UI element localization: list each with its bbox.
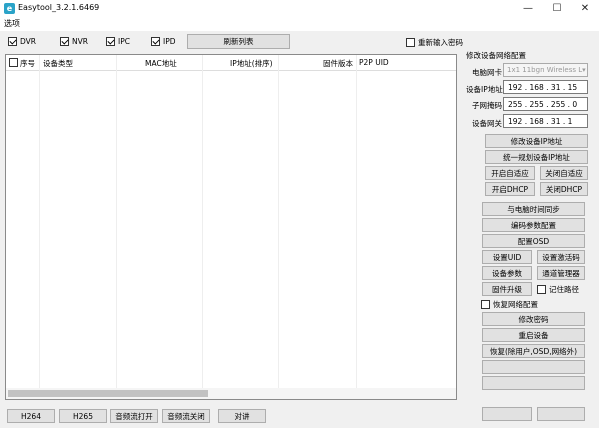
disable-adaptive-button[interactable]: 关闭自适应 <box>540 166 588 180</box>
nic-label: 电脑网卡 <box>472 68 502 77</box>
device-params-button[interactable]: 设备参数 <box>482 266 532 280</box>
minimize-button[interactable]: — <box>514 0 542 17</box>
column-mac[interactable]: MAC地址 <box>145 58 177 69</box>
audio-on-button[interactable]: 音频流打开 <box>110 409 158 423</box>
nvr-label: NVR <box>72 37 88 46</box>
restore-network-label: 恢复网络配置 <box>493 300 538 309</box>
device-ip-field[interactable]: 192 . 168 . 31 . 15 <box>503 80 588 94</box>
column-divider <box>202 55 203 388</box>
firmware-upgrade-button[interactable]: 固件升级 <box>482 282 532 296</box>
unify-ip-button[interactable]: 统一规划设备IP地址 <box>485 150 588 164</box>
filter-ipc[interactable]: IPC <box>106 37 130 46</box>
column-index[interactable]: 序号 <box>20 58 35 69</box>
nic-select[interactable]: 1x1 11bgn Wireless L▾ <box>503 63 588 77</box>
modify-ip-button[interactable]: 修改设备IP地址 <box>485 134 588 148</box>
restore-network-option[interactable]: 恢复网络配置 <box>481 299 538 310</box>
config-osd-button[interactable]: 配置OSD <box>482 234 585 248</box>
gateway-field[interactable]: 192 . 168 . 31 . 1 <box>503 114 588 128</box>
remember-path-option[interactable]: 记住路径 <box>537 284 579 295</box>
intercom-button[interactable]: 对讲 <box>218 409 266 423</box>
encode-params-button[interactable]: 编码参数配置 <box>482 218 585 232</box>
disable-dhcp-button[interactable]: 关闭DHCP <box>540 182 588 196</box>
set-uid-button[interactable]: 设置UID <box>482 250 532 264</box>
scrollbar-thumb[interactable] <box>8 390 208 397</box>
dvr-checkbox[interactable] <box>8 37 17 46</box>
column-p2p-uid[interactable]: P2P UID <box>359 58 389 67</box>
reenter-password-option[interactable]: 重新输入密码 <box>406 37 463 48</box>
filter-nvr[interactable]: NVR <box>60 37 88 46</box>
dvr-label: DVR <box>20 37 36 46</box>
ipc-checkbox[interactable] <box>106 37 115 46</box>
sync-time-button[interactable]: 与电脑时间同步 <box>482 202 585 216</box>
reenter-password-label: 重新输入密码 <box>418 38 463 47</box>
remember-path-checkbox[interactable] <box>537 285 546 294</box>
app-logo-icon: e <box>4 3 15 14</box>
restore-network-checkbox[interactable] <box>481 300 490 309</box>
obscured-button[interactable] <box>482 376 585 390</box>
obscured-button[interactable] <box>537 407 585 421</box>
network-group-title: 修改设备网络配置 <box>466 51 526 60</box>
column-divider <box>39 55 40 388</box>
h265-button[interactable]: H265 <box>59 409 107 423</box>
enable-adaptive-button[interactable]: 开启自适应 <box>485 166 535 180</box>
reenter-password-checkbox[interactable] <box>406 38 415 47</box>
window-title: Easytool_3.2.1.6469 <box>18 3 100 12</box>
obscured-button[interactable] <box>482 407 532 421</box>
remember-path-label: 记住路径 <box>549 285 579 294</box>
reboot-button[interactable]: 重启设备 <box>482 328 585 342</box>
change-password-button[interactable]: 修改密码 <box>482 312 585 326</box>
column-device-type[interactable]: 设备类型 <box>43 58 73 69</box>
ip-label: 设备IP地址 <box>466 85 503 94</box>
select-all-checkbox[interactable] <box>9 58 18 67</box>
device-table[interactable]: 序号 设备类型 MAC地址 IP地址(排序) 固件版本 P2P UID <box>5 54 457 400</box>
set-activation-button[interactable]: 设置激活码 <box>537 250 585 264</box>
column-divider <box>278 55 279 388</box>
ipd-checkbox[interactable] <box>151 37 160 46</box>
filter-ipd[interactable]: IPD <box>151 37 176 46</box>
column-divider <box>356 55 357 388</box>
column-divider <box>116 55 117 388</box>
factory-reset-button[interactable]: 恢复(除用户,OSD,网络外) <box>482 344 585 358</box>
menu-bar <box>0 17 599 31</box>
obscured-button[interactable] <box>482 360 585 374</box>
refresh-list-button[interactable]: 刷新列表 <box>187 34 290 49</box>
close-button[interactable]: ✕ <box>571 0 599 17</box>
ipd-label: IPD <box>163 37 176 46</box>
column-ip[interactable]: IP地址(排序) <box>230 58 273 69</box>
enable-dhcp-button[interactable]: 开启DHCP <box>485 182 535 196</box>
column-firmware[interactable]: 固件版本 <box>323 58 353 69</box>
mask-label: 子网掩码 <box>472 101 502 110</box>
subnet-mask-field[interactable]: 255 . 255 . 255 . 0 <box>503 97 588 111</box>
audio-off-button[interactable]: 音频流关闭 <box>162 409 210 423</box>
filter-dvr[interactable]: DVR <box>8 37 36 46</box>
ipc-label: IPC <box>118 37 130 46</box>
menu-options[interactable]: 选项 <box>4 18 20 29</box>
maximize-button[interactable]: ☐ <box>543 0 571 17</box>
nvr-checkbox[interactable] <box>60 37 69 46</box>
h264-button[interactable]: H264 <box>7 409 55 423</box>
table-header: 序号 设备类型 MAC地址 IP地址(排序) 固件版本 P2P UID <box>6 55 456 71</box>
gateway-label: 设备网关 <box>472 119 502 128</box>
channel-manager-button[interactable]: 通道管理器 <box>537 266 585 280</box>
